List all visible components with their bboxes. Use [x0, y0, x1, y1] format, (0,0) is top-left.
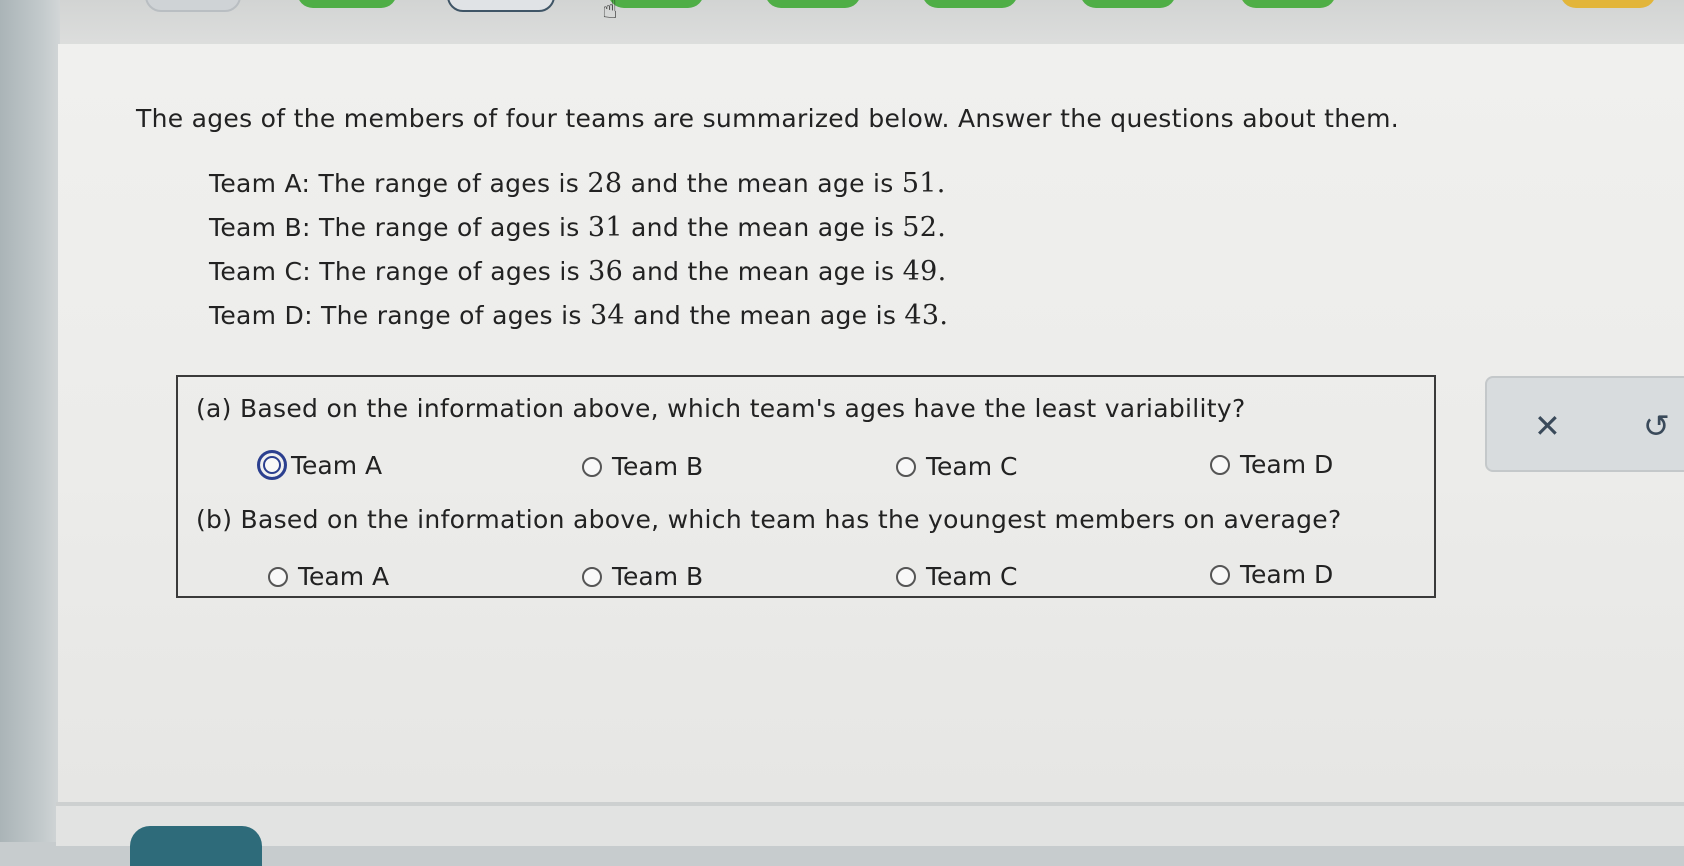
- radio-button[interactable]: [896, 456, 916, 477]
- top-navigation-strip: [60, 0, 1684, 46]
- option-team-d[interactable]: Team D: [1210, 560, 1333, 589]
- nav-tab[interactable]: [1080, 0, 1176, 8]
- nav-tab[interactable]: [765, 0, 861, 8]
- nav-tab[interactable]: [608, 0, 704, 8]
- team-summary-line: Team B: The range of ages is 31 and the …: [209, 212, 947, 243]
- close-icon[interactable]: ✕: [1534, 406, 1561, 446]
- nav-tab[interactable]: [922, 0, 1018, 8]
- radio-button[interactable]: [1210, 564, 1230, 585]
- question-a: (a) Based on the information above, whic…: [196, 394, 1246, 423]
- team-summary-line: Team A: The range of ages is 28 and the …: [209, 168, 946, 199]
- nav-tab[interactable]: [297, 0, 397, 8]
- radio-button[interactable]: [1210, 454, 1230, 475]
- radio-button[interactable]: [582, 456, 602, 477]
- screen-bezel: [0, 0, 60, 842]
- nav-tab[interactable]: [447, 0, 555, 12]
- nav-tab[interactable]: [1240, 0, 1336, 8]
- radio-button[interactable]: [268, 566, 288, 587]
- option-team-d[interactable]: Team D: [1210, 450, 1333, 479]
- nav-tab[interactable]: [145, 0, 241, 12]
- radio-button[interactable]: [582, 566, 602, 587]
- problem-intro: The ages of the members of four teams ar…: [136, 104, 1399, 133]
- option-team-c[interactable]: Team C: [896, 562, 1017, 591]
- bottom-toolbar: [56, 802, 1684, 846]
- mean-value: 43: [904, 300, 940, 331]
- range-value: 36: [588, 256, 624, 287]
- range-value: 31: [587, 212, 623, 243]
- option-team-b[interactable]: Team B: [582, 562, 703, 591]
- nav-tab[interactable]: [1560, 0, 1656, 8]
- team-summary-line: Team D: The range of ages is 34 and the …: [209, 300, 949, 331]
- mean-value: 49: [902, 256, 938, 287]
- range-value: 34: [589, 300, 625, 331]
- option-team-a[interactable]: Team A: [268, 562, 389, 591]
- option-team-c[interactable]: Team C: [896, 452, 1017, 481]
- team-summary-line: Team C: The range of ages is 36 and the …: [209, 256, 947, 287]
- question-b: (b) Based on the information above, whic…: [196, 505, 1342, 534]
- mean-value: 52: [902, 212, 938, 243]
- undo-icon[interactable]: ↺: [1643, 406, 1670, 446]
- hand-cursor-icon: ☝: [602, 0, 618, 25]
- option-team-b[interactable]: Team B: [582, 452, 703, 481]
- range-value: 28: [587, 168, 623, 199]
- option-team-a[interactable]: Team A: [257, 450, 382, 480]
- radio-button[interactable]: [896, 566, 916, 587]
- mean-value: 51: [901, 168, 937, 199]
- bottom-action-button[interactable]: [130, 826, 262, 866]
- radio-button[interactable]: [257, 450, 287, 480]
